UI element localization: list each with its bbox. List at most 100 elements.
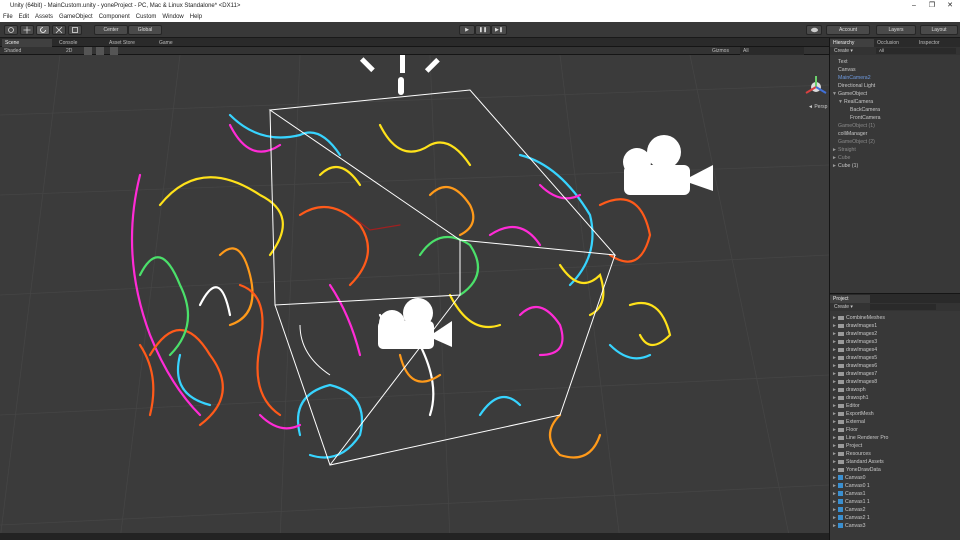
scene-search-input[interactable]: All [740,47,804,55]
project-prefab[interactable]: ► Canvas2 1 [830,514,960,522]
hierarchy-create-dropdown[interactable]: Create ▾ [834,47,853,55]
menu-help[interactable]: Help [187,12,205,22]
project-folder[interactable]: ► Resources [830,450,960,458]
project-folder[interactable]: ► drawsph1 [830,394,960,402]
move-tool-button[interactable] [20,25,34,35]
project-prefab[interactable]: ► Canvas1 1 [830,498,960,506]
hierarchy-search-input[interactable]: All [876,48,956,54]
hierarchy-item[interactable]: ►Cube (1) [830,162,960,170]
folder-icon [838,443,844,448]
tab-inspector[interactable]: Inspector [916,39,960,47]
project-folder[interactable]: ► drawImages5 [830,354,960,362]
project-item-label: drawImages7 [846,371,878,377]
unity-editor: Unity (64bit) - MainCustom.unity - yoneP… [0,0,960,540]
project-create-dropdown[interactable]: Create ▾ [834,303,853,311]
project-folder[interactable]: ► YoneDrawData [830,466,960,474]
tab-asset-store[interactable]: Asset Store [106,39,156,47]
tab-console[interactable]: Console [56,39,104,47]
project-folder[interactable]: ► drawImages7 [830,370,960,378]
play-button[interactable]: ▶ [459,25,475,35]
folder-icon [838,355,844,360]
menu-assets[interactable]: Assets [32,12,56,22]
step-button[interactable]: ▶❚ [491,25,507,35]
project-prefab[interactable]: ► Canvas3 [830,522,960,530]
menu-edit[interactable]: Edit [16,12,32,22]
layers-dropdown[interactable]: Layers [876,25,916,35]
project-prefab[interactable]: ► Canvas0 [830,474,960,482]
tab-occlusion[interactable]: Occlusion [874,39,916,47]
project-folder[interactable]: ► drawsph [830,386,960,394]
project-folder[interactable]: ► ExportMesh [830,410,960,418]
hierarchy-item[interactable]: Text [830,58,960,66]
scene-view[interactable]: ◄ Persp [0,55,829,540]
tab-scene[interactable]: Scene [2,39,52,47]
menu-window[interactable]: Window [159,12,186,22]
lighting-toggle[interactable] [84,47,92,55]
sun-icon[interactable] [359,55,440,95]
project-folder[interactable]: ► drawImages2 [830,330,960,338]
2d-toggle[interactable]: 2D [66,47,72,55]
project-item-label: drawImages5 [846,355,878,361]
tab-game[interactable]: Game [156,39,196,47]
project-folder[interactable]: ► External [830,418,960,426]
effects-toggle[interactable] [110,47,118,55]
project-folder[interactable]: ► drawImages8 [830,378,960,386]
project-item-label: Canvas0 1 [845,483,870,489]
pivot-global-toggle[interactable]: Global [128,25,162,35]
hierarchy-item[interactable]: ▼GameObject [830,90,960,98]
hierarchy-item[interactable]: ►Straight [830,146,960,154]
rotate-tool-button[interactable] [36,25,50,35]
tab-hierarchy[interactable]: Hierarchy [830,39,874,47]
project-prefab[interactable]: ► Canvas2 [830,506,960,514]
audio-toggle[interactable] [96,47,104,55]
account-dropdown[interactable]: Account [826,25,870,35]
hierarchy-item[interactable]: ▼RealCamera [830,98,960,106]
project-folder[interactable]: ► CombineMeshes [830,314,960,322]
cloud-button[interactable] [806,25,822,35]
project-folder[interactable]: ► drawImages1 [830,322,960,330]
axis-gizmo-icon[interactable] [804,75,828,99]
gizmos-dropdown[interactable]: Gizmos [712,47,729,55]
hierarchy-item[interactable]: BackCamera [830,106,960,114]
folder-icon [838,467,844,472]
hierarchy-item[interactable]: MainCamera2 [830,74,960,82]
project-folder[interactable]: ► Floor [830,426,960,434]
rect-tool-button[interactable] [68,25,82,35]
project-prefab[interactable]: ► Canvas0 1 [830,482,960,490]
close-button[interactable]: ✕ [944,0,956,12]
hierarchy-item[interactable]: GameObject (1) [830,122,960,130]
status-bar [0,533,829,540]
tab-project[interactable]: Project [830,295,870,303]
shading-mode-dropdown[interactable]: Shaded [4,47,21,55]
project-search-input[interactable] [870,304,936,310]
menu-gameobject[interactable]: GameObject [56,12,96,22]
hierarchy-item[interactable]: FrontCamera [830,114,960,122]
hierarchy-item[interactable]: Canvas [830,66,960,74]
project-item-label: Canvas1 [845,491,866,497]
project-folder[interactable]: ► drawImages3 [830,338,960,346]
persp-label[interactable]: ◄ Persp [808,104,827,110]
layout-dropdown[interactable]: Layout [920,25,958,35]
hierarchy-item[interactable]: Directional Light [830,82,960,90]
pause-button[interactable]: ❚❚ [475,25,491,35]
project-folder[interactable]: ► drawImages4 [830,346,960,354]
hierarchy-item[interactable]: ►Cube [830,154,960,162]
pivot-center-toggle[interactable]: Center [94,25,128,35]
hand-tool-button[interactable] [4,25,18,35]
menu-file[interactable]: File [0,12,16,22]
scale-tool-button[interactable] [52,25,66,35]
maximize-button[interactable]: ❐ [926,0,938,12]
project-folder[interactable]: ► Standard Assets [830,458,960,466]
project-item-label: Editor [846,403,860,409]
menu-custom[interactable]: Custom [133,12,160,22]
project-folder[interactable]: ► Line Renderer Pro [830,434,960,442]
project-prefab[interactable]: ► Canvas1 [830,490,960,498]
project-folder[interactable]: ► Editor [830,402,960,410]
minimize-button[interactable]: – [908,0,920,12]
project-folder[interactable]: ► Project [830,442,960,450]
menu-component[interactable]: Component [96,12,133,22]
hierarchy-item[interactable]: GameObject (2) [830,138,960,146]
hierarchy-item[interactable]: colliManager [830,130,960,138]
project-folder[interactable]: ► drawImages6 [830,362,960,370]
camera-icon[interactable] [623,135,713,195]
